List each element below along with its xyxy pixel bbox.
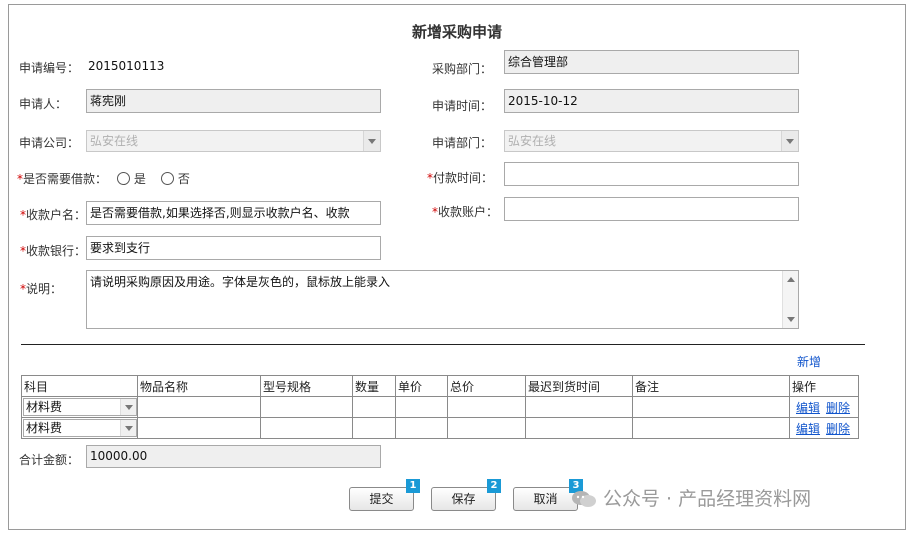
- total-cell[interactable]: [447, 417, 526, 439]
- divider: [21, 344, 865, 345]
- borrow-yes-option[interactable]: 是: [117, 170, 146, 187]
- apply-no-label: 申请编号：: [19, 61, 80, 75]
- submit-badge: 1: [406, 479, 420, 493]
- payee-name-label-text: 收款户名：: [26, 208, 87, 222]
- apply-time-label: 申请时间：: [432, 99, 493, 113]
- total-field[interactable]: 10000.00: [86, 445, 381, 468]
- actions-cell: 编辑 删除: [789, 417, 859, 439]
- payee-bank-label: *收款银行：: [20, 242, 86, 259]
- actions-cell: 编辑 删除: [789, 396, 859, 418]
- apply-company-select[interactable]: 弘安在线: [86, 130, 381, 152]
- pay-time-label-text: 付款时间：: [433, 171, 494, 185]
- total-label: 合计金额：: [19, 453, 80, 467]
- borrow-no-label: 否: [177, 172, 190, 186]
- col-unit-price: 单价: [395, 375, 448, 397]
- subject-selected: 材料费: [26, 421, 63, 435]
- pay-time-label: *付款时间：: [427, 169, 493, 186]
- unit-price-cell[interactable]: [395, 417, 448, 439]
- payee-account-label: *收款账户：: [432, 203, 498, 220]
- watermark-text: 公众号 · 产品经理资料网: [603, 488, 812, 510]
- purchase-dept-field[interactable]: 综合管理部: [504, 50, 799, 74]
- table-row: 材料费 编辑 删除: [21, 417, 859, 439]
- scroll-up-icon[interactable]: [783, 271, 799, 287]
- table-header-row: 科目 物品名称 型号规格 数量 单价 总价 最迟到货时间 备注 操作: [21, 375, 859, 397]
- col-subject: 科目: [21, 375, 138, 397]
- pay-time-field[interactable]: [504, 162, 799, 186]
- remark-cell[interactable]: [632, 417, 790, 439]
- submit-button[interactable]: 提交: [349, 487, 414, 511]
- subject-selected: 材料费: [26, 400, 63, 414]
- payee-name-field[interactable]: 是否需要借款,如果选择否,则显示收款户名、收款: [86, 201, 381, 225]
- items-table: 科目 物品名称 型号规格 数量 单价 总价 最迟到货时间 备注 操作 材料费 编…: [21, 375, 859, 439]
- borrow-yes-label: 是: [133, 172, 146, 186]
- apply-company-selected: 弘安在线: [90, 134, 139, 148]
- qty-cell[interactable]: [352, 396, 396, 418]
- table-row: 材料费 编辑 删除: [21, 396, 859, 418]
- arrival-time-cell[interactable]: [525, 417, 633, 439]
- chevron-down-icon: [120, 420, 136, 436]
- total-cell[interactable]: [447, 396, 526, 418]
- save-badge: 2: [487, 479, 501, 493]
- payee-name-label: *收款户名：: [20, 206, 86, 223]
- borrow-no-option[interactable]: 否: [161, 170, 190, 187]
- apply-time-field[interactable]: 2015-10-12: [504, 89, 799, 113]
- col-qty: 数量: [352, 375, 396, 397]
- desc-textarea[interactable]: 请说明采购原因及用途。字体是灰色的，鼠标放上能录入: [86, 270, 799, 329]
- apply-dept-select[interactable]: 弘安在线: [504, 130, 799, 152]
- payee-bank-field[interactable]: 要求到支行: [86, 236, 381, 260]
- item-name-cell[interactable]: [137, 417, 261, 439]
- payee-account-field[interactable]: [504, 197, 799, 221]
- col-actions: 操作: [789, 375, 859, 397]
- scroll-down-icon[interactable]: [783, 312, 799, 328]
- desc-label-text: 说明：: [26, 282, 63, 296]
- edit-link[interactable]: 编辑: [796, 422, 820, 436]
- col-arrival-time: 最迟到货时间: [525, 375, 633, 397]
- payee-account-label-text: 收款账户：: [438, 205, 499, 219]
- apply-dept-selected: 弘安在线: [508, 134, 557, 148]
- delete-link[interactable]: 删除: [826, 422, 850, 436]
- model-cell[interactable]: [260, 417, 353, 439]
- qty-cell[interactable]: [352, 417, 396, 439]
- remark-cell[interactable]: [632, 396, 790, 418]
- radio-yes[interactable]: [117, 172, 130, 185]
- applicant-label: 申请人：: [19, 97, 68, 111]
- add-item-link[interactable]: 新增: [797, 353, 821, 370]
- payee-bank-label-text: 收款银行：: [26, 244, 87, 258]
- chevron-down-icon: [120, 399, 136, 415]
- subject-select[interactable]: 材料费: [23, 398, 137, 416]
- purchase-dept-label: 采购部门：: [432, 62, 493, 76]
- wechat-icon: [572, 491, 596, 507]
- item-name-cell[interactable]: [137, 396, 261, 418]
- desc-scrollbar[interactable]: [782, 271, 798, 328]
- arrival-time-cell[interactable]: [525, 396, 633, 418]
- col-model: 型号规格: [260, 375, 353, 397]
- radio-no[interactable]: [161, 172, 174, 185]
- watermark: 公众号 · 产品经理资料网: [571, 484, 811, 511]
- chevron-down-icon: [781, 131, 798, 151]
- desc-label: *说明：: [20, 280, 62, 297]
- chevron-down-icon: [363, 131, 380, 151]
- col-remark: 备注: [632, 375, 790, 397]
- borrow-label: *是否需要借款：: [17, 170, 107, 187]
- col-item-name: 物品名称: [137, 375, 261, 397]
- unit-price-cell[interactable]: [395, 396, 448, 418]
- applicant-field[interactable]: 蒋宪刚: [86, 89, 381, 113]
- apply-no-value: 2015010113: [88, 59, 165, 73]
- borrow-label-text: 是否需要借款：: [23, 172, 108, 186]
- model-cell[interactable]: [260, 396, 353, 418]
- delete-link[interactable]: 删除: [826, 401, 850, 415]
- apply-company-label: 申请公司：: [19, 136, 80, 150]
- apply-dept-label: 申请部门：: [432, 136, 493, 150]
- col-total: 总价: [447, 375, 526, 397]
- subject-select[interactable]: 材料费: [23, 419, 137, 437]
- edit-link[interactable]: 编辑: [796, 401, 820, 415]
- page-title: 新增采购申请: [411, 23, 502, 41]
